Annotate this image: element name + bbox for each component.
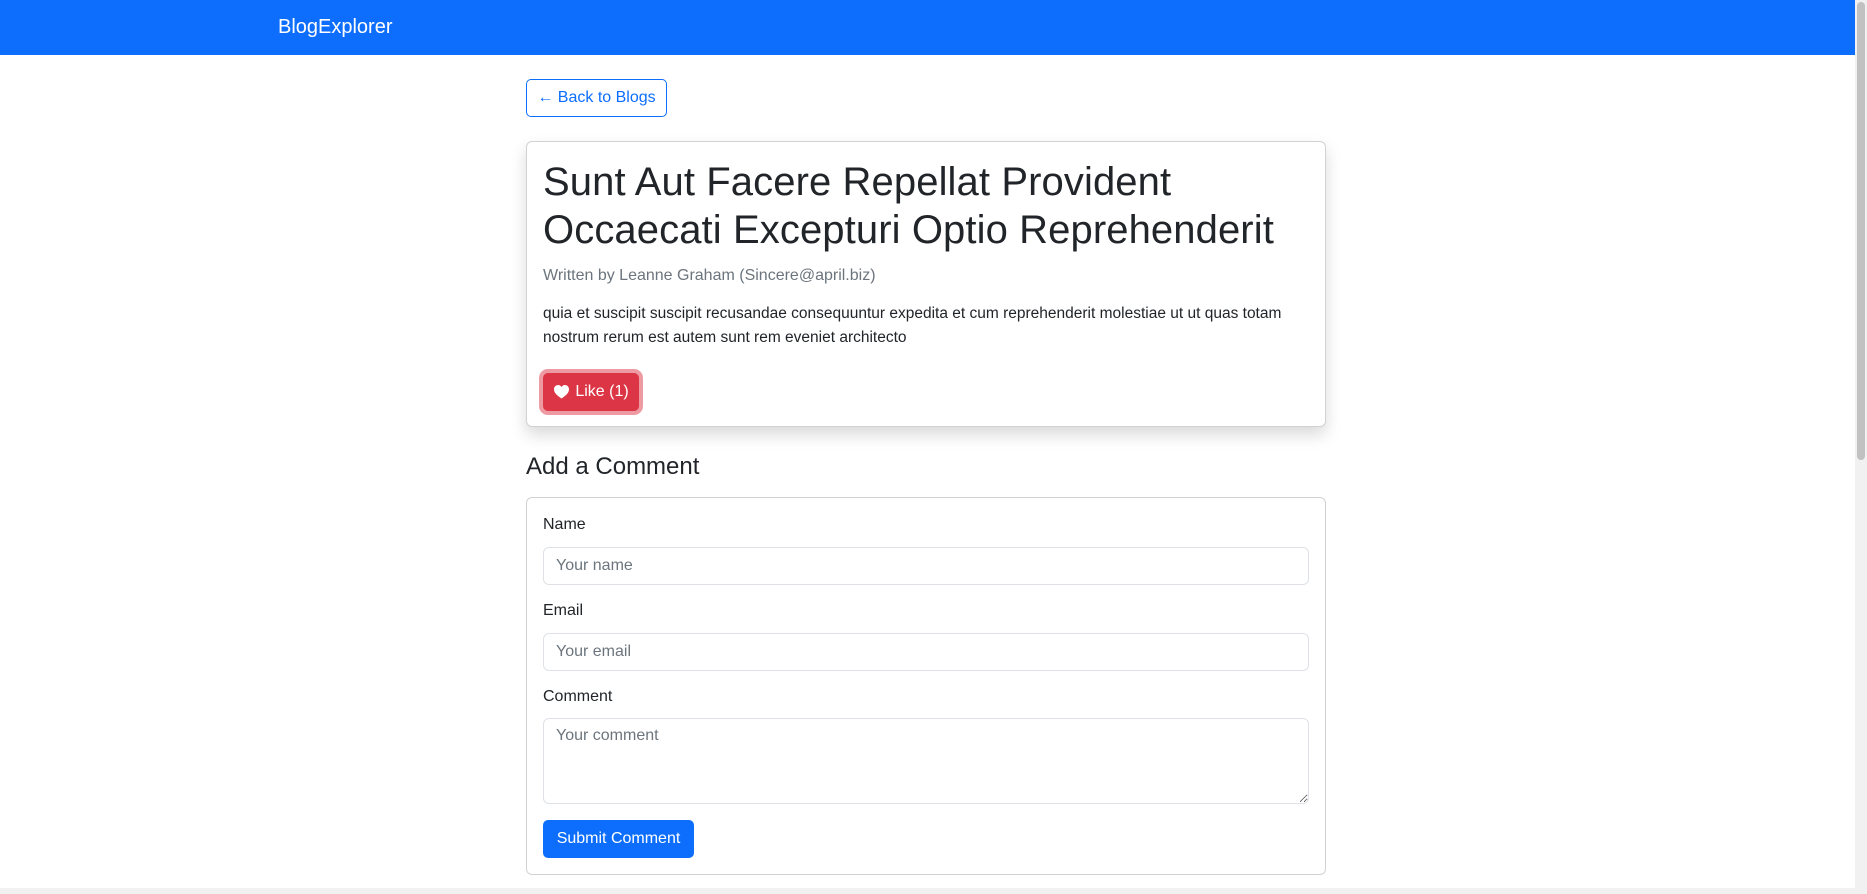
- post-author: Written by Leanne Graham (Sincere@april.…: [543, 267, 876, 284]
- vertical-scrollbar[interactable]: [1855, 0, 1867, 894]
- comment-form: Name Email Comment Submit Comment: [526, 497, 1326, 875]
- brand-link[interactable]: BlogExplorer: [278, 14, 393, 40]
- post-title: Sunt Aut Facere Repellat Provident Occae…: [543, 160, 1274, 252]
- email-input[interactable]: [543, 633, 1309, 671]
- post-body: quia et suscipit suscipit recusandae con…: [543, 305, 1282, 346]
- horizontal-scroll-track: [0, 888, 1855, 894]
- like-button-label: Like (1): [575, 383, 629, 400]
- comment-textarea[interactable]: [543, 718, 1309, 804]
- email-label: Email: [543, 602, 584, 619]
- back-to-blogs-button[interactable]: ← Back to Blogs: [526, 79, 667, 117]
- navbar: BlogExplorer: [0, 0, 1855, 55]
- heart-icon: [553, 384, 570, 400]
- comment-label: Comment: [543, 688, 613, 705]
- scrollbar-thumb[interactable]: [1857, 2, 1865, 460]
- name-label: Name: [543, 516, 586, 533]
- like-button[interactable]: Like (1): [543, 373, 639, 411]
- post-card: Sunt Aut Facere Repellat Provident Occae…: [526, 141, 1326, 427]
- name-input[interactable]: [543, 547, 1309, 585]
- add-comment-heading: Add a Comment: [526, 453, 700, 480]
- submit-comment-button[interactable]: Submit Comment: [543, 820, 694, 858]
